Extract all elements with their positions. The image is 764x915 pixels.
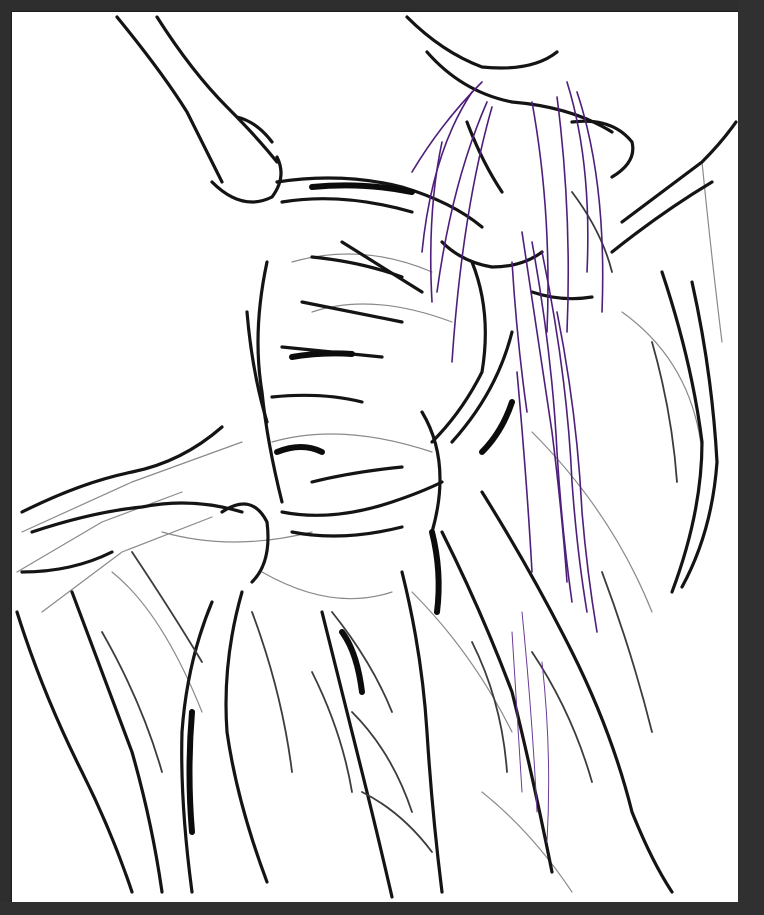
drawing-canvas[interactable] [12,12,738,902]
editor-viewport [0,0,764,915]
hair-strands [411,81,604,633]
construction-lines [16,161,723,893]
sketch-artwork [15,15,738,899]
bottom-panel-edge [0,902,764,915]
figure-outline [15,15,738,899]
hair-light-strands [511,611,550,843]
accent-strokes [186,182,515,835]
right-panel-edge [738,0,764,915]
